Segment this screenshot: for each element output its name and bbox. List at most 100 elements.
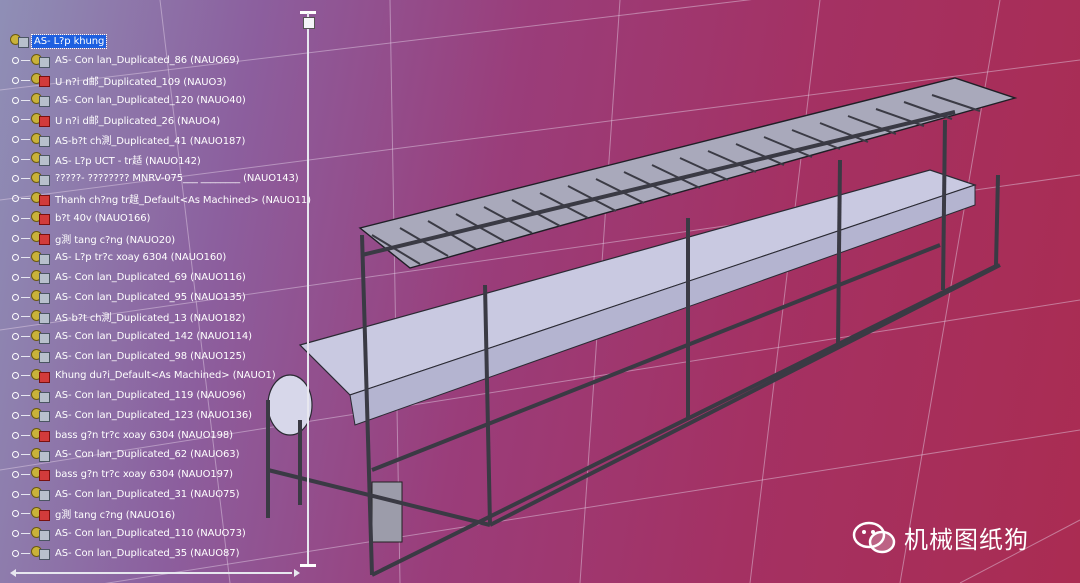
expand-node-icon[interactable] — [10, 312, 20, 322]
tree-node[interactable]: g測 tang c?ng (NAUO16) — [10, 505, 177, 523]
expand-node-icon[interactable] — [10, 410, 20, 420]
tree-node-label[interactable]: AS-b?t ch測_Duplicated_13 (NAUO182) — [53, 308, 247, 325]
tree-node[interactable]: AS- Con lan_Duplicated_120 (NAUO40) — [10, 91, 248, 109]
assembly-icon — [10, 33, 32, 49]
tree-node-label[interactable]: AS-b?t ch測_Duplicated_41 (NAUO187) — [53, 131, 247, 148]
tree-node[interactable]: AS- Con lan_Duplicated_142 (NAUO114) — [10, 328, 254, 346]
assembly-icon — [31, 92, 53, 108]
expand-node-icon[interactable] — [10, 430, 20, 440]
tree-connector — [21, 276, 30, 278]
tree-node[interactable]: AS- Con lan_Duplicated_95 (NAUO135) — [10, 288, 248, 306]
tree-node[interactable]: AS- L?p tr?c xoay 6304 (NAUO160) — [10, 249, 228, 267]
tree-node[interactable]: AS- Con lan_Duplicated_98 (NAUO125) — [10, 347, 248, 365]
tree-node-label[interactable]: b?t 40v (NAUO166) — [53, 212, 152, 225]
tree-node-label[interactable]: AS- Con lan_Duplicated_31 (NAUO75) — [53, 488, 241, 501]
expand-node-icon[interactable] — [10, 154, 20, 164]
expand-node-icon[interactable] — [10, 115, 20, 125]
tree-node[interactable]: AS- Con lan_Duplicated_31 (NAUO75) — [10, 485, 241, 503]
tree-node[interactable]: b?t 40v (NAUO166) — [10, 209, 152, 227]
tree-node-label[interactable]: AS- Con lan_Duplicated_110 (NAUO73) — [53, 527, 248, 540]
3d-viewport[interactable]: AS- L?p khung AS- Con lan_Duplicated_86 (… — [0, 0, 1080, 583]
expand-node-icon[interactable] — [10, 292, 20, 302]
tree-node[interactable]: AS- Con lan_Duplicated_69 (NAUO116) — [10, 268, 248, 286]
tree-node[interactable]: AS- Con lan_Duplicated_119 (NAUO96) — [10, 387, 248, 405]
scrollbar-track[interactable] — [307, 13, 309, 565]
tree-node[interactable]: AS- Con lan_Duplicated_86 (NAUO69) — [10, 52, 241, 70]
expand-node-icon[interactable] — [10, 233, 20, 243]
tree-node-label[interactable]: Thanh ch?ng tr趧_Default<As Machined> (NA… — [53, 190, 313, 207]
tree-node[interactable]: bass g?n tr?c xoay 6304 (NAUO198) — [10, 426, 235, 444]
tree-node[interactable]: AS- Con lan_Duplicated_123 (NAUO136) — [10, 406, 254, 424]
tree-node[interactable]: AS-b?t ch測_Duplicated_41 (NAUO187) — [10, 131, 247, 149]
tree-node[interactable]: Khung du?i_Default<As Machined> (NAUO1) — [10, 367, 278, 385]
expand-node-icon[interactable] — [10, 75, 20, 85]
tree-connector — [21, 375, 30, 377]
tree-connector — [21, 198, 30, 200]
specification-tree[interactable]: AS- L?p khung AS- Con lan_Duplicated_86 (… — [0, 32, 311, 572]
expand-node-icon[interactable] — [10, 450, 20, 460]
tree-node[interactable]: AS-b?t ch測_Duplicated_13 (NAUO182) — [10, 308, 247, 326]
tree-node[interactable]: AS- Con lan_Duplicated_35 (NAUO87) — [10, 544, 241, 562]
part-icon — [31, 112, 53, 128]
tree-node-label[interactable]: AS- Con lan_Duplicated_35 (NAUO87) — [53, 547, 241, 560]
tree-node-label[interactable]: AS- Con lan_Duplicated_98 (NAUO125) — [53, 350, 248, 363]
assembly-icon — [31, 151, 53, 167]
tree-node[interactable]: ?????- ???????? MNRV-075___ ________ (NA… — [10, 170, 301, 188]
tree-node-label[interactable]: AS- Con lan_Duplicated_142 (NAUO114) — [53, 330, 254, 343]
tree-node[interactable]: Thanh ch?ng tr趧_Default<As Machined> (NA… — [10, 190, 313, 208]
assembly-icon — [31, 250, 53, 266]
expand-node-icon[interactable] — [10, 489, 20, 499]
expand-node-icon[interactable] — [10, 272, 20, 282]
expand-node-icon[interactable] — [10, 253, 20, 263]
expand-node-icon[interactable] — [10, 469, 20, 479]
tree-node[interactable]: g測 tang c?ng (NAUO20) — [10, 229, 177, 247]
tree-node-label[interactable]: AS- Con lan_Duplicated_69 (NAUO116) — [53, 271, 248, 284]
tree-node-label[interactable]: g測 tang c?ng (NAUO20) — [53, 230, 177, 247]
expand-node-icon[interactable] — [10, 371, 20, 381]
tree-node[interactable]: AS- L?p UCT - tr趏 (NAUO142) — [10, 150, 203, 168]
tree-node[interactable]: U n?i d邮_Duplicated_109 (NAUO3) — [10, 71, 228, 89]
horizontal-scrollbar[interactable] — [10, 568, 300, 578]
tree-node-label[interactable]: AS- L?p khung — [30, 33, 108, 49]
scrollbar-handle[interactable] — [303, 17, 315, 29]
expand-node-icon[interactable] — [10, 332, 20, 342]
assembly-icon — [31, 545, 53, 561]
expand-node-icon[interactable] — [10, 213, 20, 223]
assembly-icon — [31, 269, 53, 285]
tree-node[interactable]: bass g?n tr?c xoay 6304 (NAUO197) — [10, 465, 235, 483]
expand-node-icon[interactable] — [10, 174, 20, 184]
vertical-scrollbar[interactable] — [300, 11, 316, 567]
tree-node-label[interactable]: U n?i d邮_Duplicated_109 (NAUO3) — [53, 72, 228, 89]
tree-node-label[interactable]: U n?i d邮_Duplicated_26 (NAUO4) — [53, 111, 222, 128]
drive-motor — [371, 481, 403, 543]
expand-node-icon[interactable] — [10, 391, 20, 401]
tree-node-label[interactable]: AS- Con lan_Duplicated_120 (NAUO40) — [53, 94, 248, 107]
tree-node-label[interactable]: ?????- ???????? MNRV-075___ ________ (NA… — [53, 172, 301, 185]
tree-node[interactable]: AS- L?p khung — [10, 32, 108, 50]
tree-node[interactable]: AS- Con lan_Duplicated_110 (NAUO73) — [10, 525, 248, 543]
expand-node-icon[interactable] — [10, 509, 20, 519]
assembly-icon — [31, 388, 53, 404]
scroll-right-arrow-icon[interactable] — [294, 569, 300, 577]
tree-node-label[interactable]: AS- Con lan_Duplicated_95 (NAUO135) — [53, 291, 248, 304]
tree-node-label[interactable]: AS- L?p tr?c xoay 6304 (NAUO160) — [53, 251, 228, 264]
expand-node-icon[interactable] — [10, 56, 20, 66]
tree-node-label[interactable]: AS- L?p UCT - tr趏 (NAUO142) — [53, 151, 203, 168]
tree-node-label[interactable]: AS- Con lan_Duplicated_62 (NAUO63) — [53, 448, 241, 461]
tree-node-label[interactable]: bass g?n tr?c xoay 6304 (NAUO197) — [53, 468, 235, 481]
tree-node-label[interactable]: AS- Con lan_Duplicated_86 (NAUO69) — [53, 54, 241, 67]
expand-node-icon[interactable] — [10, 194, 20, 204]
hscroll-track[interactable] — [16, 572, 292, 574]
tree-node-label[interactable]: AS- Con lan_Duplicated_119 (NAUO96) — [53, 389, 248, 402]
tree-node-label[interactable]: bass g?n tr?c xoay 6304 (NAUO198) — [53, 429, 235, 442]
expand-node-icon[interactable] — [10, 529, 20, 539]
expand-node-icon[interactable] — [10, 95, 20, 105]
expand-node-icon[interactable] — [10, 548, 20, 558]
expand-node-icon[interactable] — [10, 351, 20, 361]
tree-node[interactable]: U n?i d邮_Duplicated_26 (NAUO4) — [10, 111, 222, 129]
tree-node-label[interactable]: AS- Con lan_Duplicated_123 (NAUO136) — [53, 409, 254, 422]
tree-node[interactable]: AS- Con lan_Duplicated_62 (NAUO63) — [10, 446, 241, 464]
expand-node-icon[interactable] — [10, 135, 20, 145]
tree-node-label[interactable]: Khung du?i_Default<As Machined> (NAUO1) — [53, 369, 278, 382]
tree-node-label[interactable]: g測 tang c?ng (NAUO16) — [53, 505, 177, 522]
